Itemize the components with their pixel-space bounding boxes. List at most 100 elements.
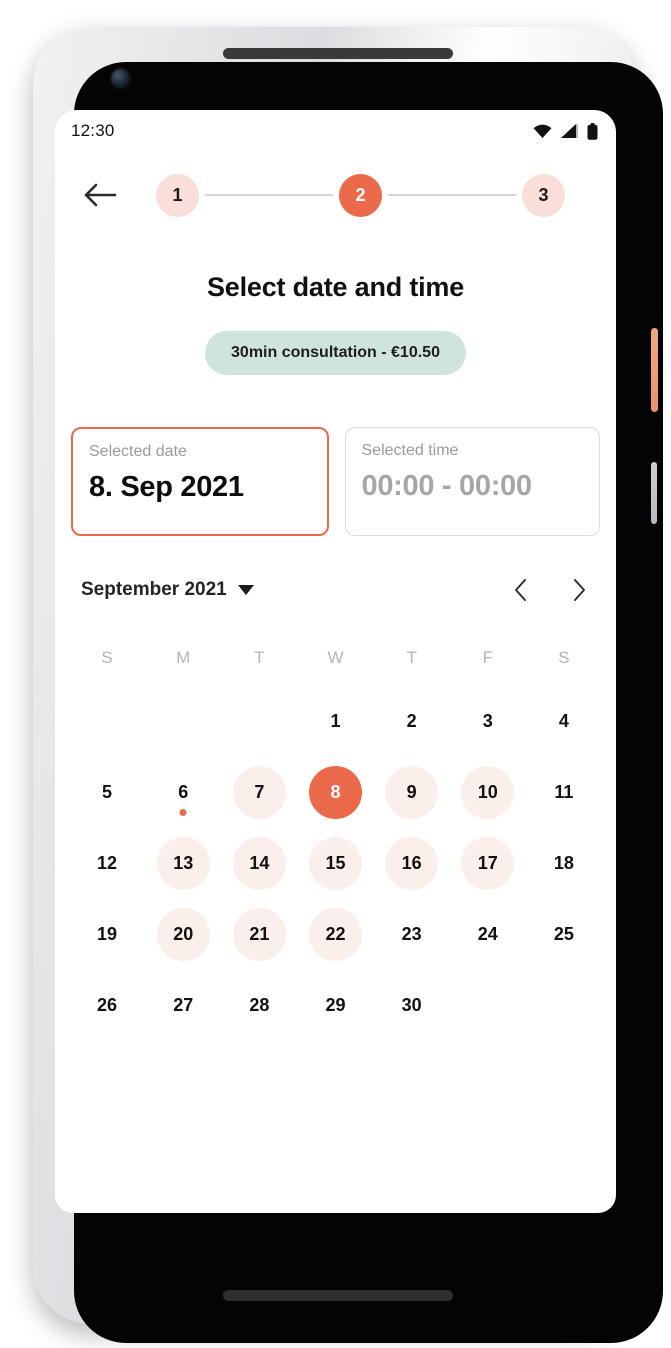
step-3[interactable]: 3 bbox=[522, 173, 565, 217]
volume-button[interactable] bbox=[651, 462, 657, 524]
calendar-day-cell[interactable]: 30 bbox=[374, 976, 450, 1035]
step-indicator: 1 2 3 bbox=[123, 173, 592, 217]
calendar-day-cell[interactable]: 10 bbox=[450, 763, 526, 822]
battery-icon bbox=[587, 122, 598, 140]
chevron-left-icon bbox=[515, 579, 526, 601]
calendar-day-cell[interactable]: 20 bbox=[145, 905, 221, 964]
calendar-week-row: 19 20 21 22 23 24 25 bbox=[69, 905, 602, 964]
calendar-cell-empty bbox=[221, 692, 297, 751]
calendar-day-cell[interactable]: 7 bbox=[221, 763, 297, 822]
next-month-button[interactable] bbox=[568, 578, 590, 602]
calendar-day-number: 26 bbox=[97, 995, 118, 1015]
calendar-day-cell[interactable]: 2 bbox=[374, 692, 450, 751]
calendar-day-cell[interactable]: 6 bbox=[145, 763, 221, 822]
wifi-icon bbox=[533, 124, 552, 138]
calendar-day-number: 20 bbox=[156, 908, 210, 961]
power-button[interactable] bbox=[651, 328, 658, 412]
status-bar: 12:30 bbox=[55, 110, 616, 152]
selected-time-value: 00:00 - 00:00 bbox=[361, 470, 533, 502]
calendar-day-cell[interactable]: 18 bbox=[526, 834, 602, 893]
calendar-day-number: 8 bbox=[308, 766, 362, 819]
calendar-cell-empty bbox=[69, 692, 145, 751]
calendar-day-cell[interactable]: 28 bbox=[221, 976, 297, 1035]
selected-time-card[interactable]: Selected time 00:00 - 00:00 bbox=[344, 427, 600, 536]
calendar-day-cell[interactable]: 3 bbox=[450, 692, 526, 751]
calendar-week-row: 5 6 7 8 9 10 11 bbox=[69, 763, 602, 822]
calendar-cell-empty bbox=[526, 976, 602, 1035]
calendar-day-cell[interactable]: 26 bbox=[69, 976, 145, 1035]
weekday-label: M bbox=[176, 648, 191, 667]
calendar-day-number: 4 bbox=[558, 711, 569, 731]
calendar-day-cell[interactable]: 29 bbox=[297, 976, 373, 1035]
calendar-day-number: 19 bbox=[97, 924, 118, 944]
calendar-day-cell[interactable]: 19 bbox=[69, 905, 145, 964]
calendar-day-number: 2 bbox=[406, 711, 417, 731]
calendar-day-number: 22 bbox=[308, 908, 362, 961]
calendar-day-cell[interactable]: 1 bbox=[297, 692, 373, 751]
calendar-day-cell[interactable]: 8 bbox=[297, 763, 373, 822]
calendar-day-cell[interactable]: 5 bbox=[69, 763, 145, 822]
calendar-cell-empty bbox=[450, 976, 526, 1035]
month-navigation: September 2021 bbox=[55, 572, 616, 608]
calendar-day-number: 23 bbox=[401, 924, 422, 944]
calendar-day-number: 11 bbox=[554, 782, 574, 802]
calendar-day-cell[interactable]: 11 bbox=[526, 763, 602, 822]
calendar-day-cell[interactable]: 24 bbox=[450, 905, 526, 964]
calendar-week-row: 1 2 3 4 bbox=[69, 692, 602, 751]
calendar-day-number: 17 bbox=[461, 837, 515, 890]
calendar-day-cell[interactable]: 27 bbox=[145, 976, 221, 1035]
prev-month-button[interactable] bbox=[510, 578, 532, 602]
calendar-day-number: 10 bbox=[461, 766, 515, 819]
calendar-day-cell[interactable]: 16 bbox=[374, 834, 450, 893]
screenshot-stage: 12:30 1 2 3 Select date and time 30min c… bbox=[0, 0, 671, 1348]
back-arrow-icon bbox=[84, 183, 117, 207]
calendar-day-number: 13 bbox=[156, 837, 210, 890]
calendar-day-number: 30 bbox=[401, 995, 422, 1015]
chevron-down-icon bbox=[237, 585, 254, 595]
calendar-day-cell[interactable]: 12 bbox=[69, 834, 145, 893]
calendar-day-number: 28 bbox=[249, 995, 270, 1015]
calendar-day-cell[interactable]: 14 bbox=[221, 834, 297, 893]
calendar-day-number: 12 bbox=[97, 853, 118, 873]
calendar-day-number: 9 bbox=[385, 766, 439, 819]
calendar-week-row: 26 27 28 29 30 bbox=[69, 976, 602, 1035]
status-time: 12:30 bbox=[71, 121, 115, 140]
calendar-day-number: 21 bbox=[232, 908, 286, 961]
calendar-day-cell[interactable]: 9 bbox=[374, 763, 450, 822]
calendar-day-number: 3 bbox=[482, 711, 493, 731]
calendar-day-cell[interactable]: 21 bbox=[221, 905, 297, 964]
calendar-day-cell[interactable]: 13 bbox=[145, 834, 221, 893]
cellular-signal-icon bbox=[561, 123, 578, 138]
calendar-day-number: 1 bbox=[330, 711, 341, 731]
month-arrows bbox=[510, 578, 590, 602]
chevron-right-icon bbox=[574, 579, 585, 601]
weekday-label: F bbox=[482, 648, 493, 667]
calendar-day-cell[interactable]: 15 bbox=[297, 834, 373, 893]
month-year-dropdown[interactable]: September 2021 bbox=[81, 579, 254, 601]
calendar-day-cell[interactable]: 25 bbox=[526, 905, 602, 964]
step-2[interactable]: 2 bbox=[339, 173, 382, 217]
status-icons bbox=[533, 122, 598, 140]
today-indicator-dot bbox=[179, 809, 187, 816]
calendar-day-cell[interactable]: 23 bbox=[374, 905, 450, 964]
weekday-label: S bbox=[558, 648, 570, 667]
step-header: 1 2 3 bbox=[55, 152, 616, 224]
calendar-day-number: 15 bbox=[308, 837, 362, 890]
step-connector-2 bbox=[388, 194, 516, 196]
service-chip-wrap: 30min consultation - €10.50 bbox=[55, 331, 616, 375]
step-1[interactable]: 1 bbox=[156, 173, 199, 217]
selected-date-value: 8. Sep 2021 bbox=[89, 471, 244, 503]
selected-date-card[interactable]: Selected date 8. Sep 2021 bbox=[71, 427, 329, 536]
calendar-day-cell[interactable]: 4 bbox=[526, 692, 602, 751]
weekday-label: S bbox=[101, 648, 113, 667]
calendar-day-number: 14 bbox=[232, 837, 286, 890]
weekday-header-row: SMTWTFS bbox=[69, 636, 602, 680]
step-connector-1 bbox=[205, 194, 333, 196]
calendar-day-cell[interactable]: 22 bbox=[297, 905, 373, 964]
calendar-day-cell[interactable]: 17 bbox=[450, 834, 526, 893]
earpiece-speaker bbox=[223, 48, 453, 59]
calendar-day-number: 29 bbox=[325, 995, 346, 1015]
front-camera-icon bbox=[111, 69, 130, 88]
back-button[interactable] bbox=[77, 172, 123, 218]
calendar-day-number: 24 bbox=[477, 924, 498, 944]
